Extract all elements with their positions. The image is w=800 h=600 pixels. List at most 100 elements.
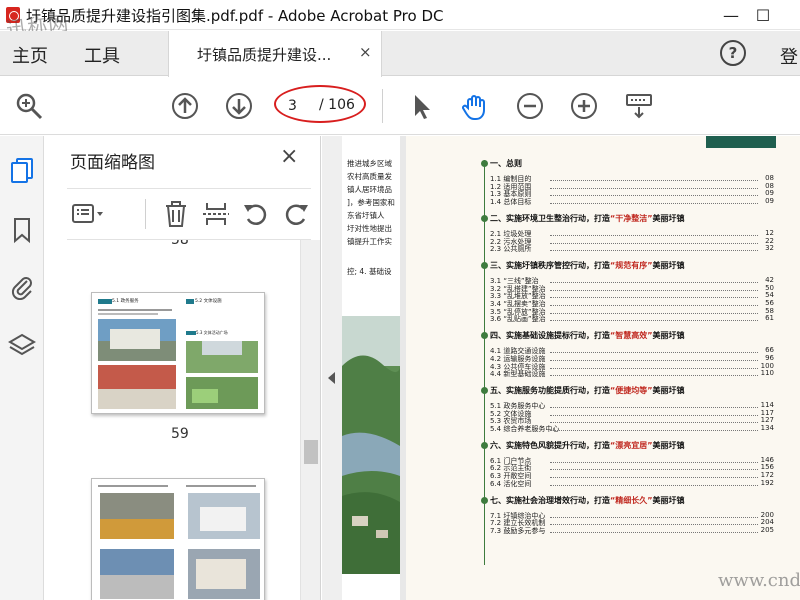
- thumbnail-options-icon[interactable]: [71, 199, 107, 229]
- toc-entry-page: 32: [765, 244, 774, 253]
- toc-entry-page: 110: [760, 369, 774, 378]
- thumbnail-scrollbar[interactable]: [300, 240, 320, 600]
- previous-page-line: 东省圩镇人: [347, 211, 385, 220]
- toolbar: / 106: [0, 77, 800, 135]
- maximize-button[interactable]: ☐: [740, 0, 786, 30]
- zoom-in-icon[interactable]: [569, 91, 599, 121]
- toc-leader-dots: [550, 375, 758, 377]
- toc-section-dot: [481, 441, 488, 449]
- toc-section-highlight: “智慧高效”: [610, 331, 653, 341]
- thumbnail-59-preview: [92, 293, 264, 413]
- zoom-out-icon[interactable]: [515, 91, 545, 121]
- next-page-icon[interactable]: [224, 91, 254, 121]
- toc-section-heading[interactable]: 一、总则: [490, 158, 522, 169]
- window-title: 圩镇品质提升建设指引图集.pdf.pdf - Adobe Acrobat Pro…: [26, 7, 444, 25]
- rotate-counterclockwise-icon[interactable]: [241, 199, 271, 229]
- keyboard-download-icon[interactable]: [624, 91, 654, 121]
- toc-section-dot: [481, 332, 488, 340]
- page-label-58: 58: [171, 240, 189, 248]
- toc-entry[interactable]: 5.4 综合养老服务中心 134: [490, 424, 796, 434]
- toc-section-highlight: “漂亮宜居”: [610, 440, 653, 450]
- toc-entry[interactable]: 1.4 总体目标 09: [490, 197, 796, 207]
- toc-section-highlight: “规范有序”: [610, 260, 653, 270]
- header-tag: [706, 136, 776, 148]
- toc-section-title: 六、实施特色风貌提升行动，打造: [490, 440, 610, 450]
- toc-entry[interactable]: 3.6 “乱贴画”整治 61: [490, 314, 796, 324]
- toc-section-suffix: 美丽圩镇: [652, 213, 685, 223]
- help-icon[interactable]: ?: [720, 40, 746, 66]
- toc-section-heading[interactable]: 五、实施服务功能提质行动，打造“便捷均等”美丽圩镇: [490, 385, 685, 396]
- toc-leader-dots: [550, 250, 758, 252]
- toc-section-title: 七、实施社会治理增效行动，打造: [490, 495, 610, 505]
- toc-entry[interactable]: 6.4 活化空间 192: [490, 479, 796, 489]
- previous-page-line: 圩对性地提出: [347, 224, 392, 233]
- rotate-clockwise-icon[interactable]: [281, 199, 311, 229]
- toc-entry-label: 2.3 公共厕所: [490, 245, 532, 254]
- toc-section-heading[interactable]: 三、实施圩镇秩序管控行动，打造“规范有序”美丽圩镇: [490, 260, 685, 271]
- toc-entry-label: 1.4 总体目标: [490, 198, 532, 207]
- page-thumbnail-60[interactable]: [91, 478, 265, 600]
- trash-icon[interactable]: [161, 199, 191, 229]
- toc-section-heading[interactable]: 四、实施基础设施提标行动，打造“智慧高效”美丽圩镇: [490, 330, 685, 341]
- toc-section-dot: [481, 386, 488, 394]
- toc-entry-label: 5.4 综合养老服务中心: [490, 425, 560, 433]
- toc-section-title: 一、总则: [490, 159, 522, 168]
- previous-page-line: 推进城乡区域: [347, 159, 392, 168]
- toc-section-dot: [481, 214, 488, 222]
- tab-home[interactable]: 主页: [12, 42, 48, 68]
- toc-entry-page: 61: [765, 314, 774, 323]
- tab-document[interactable]: 圩镇品质提升建设... ×: [168, 31, 382, 77]
- extract-pages-icon[interactable]: [201, 199, 231, 229]
- page-thumbnails-icon[interactable]: [8, 156, 36, 184]
- toc-entry-label: 4.4 新型基础设施: [490, 370, 546, 379]
- toc-section-suffix: 美丽圩镇: [652, 331, 685, 341]
- toc-section-dot: [481, 160, 488, 167]
- layers-icon[interactable]: [8, 332, 36, 360]
- toc-section-heading[interactable]: 六、实施特色风貌提升行动，打造“漂亮宜居”美丽圩镇: [490, 440, 685, 451]
- toc-leader-dots: [550, 484, 758, 486]
- scrollbar-thumb[interactable]: [304, 440, 318, 464]
- toc-section-title: 三、实施圩镇秩序管控行动，打造: [490, 260, 610, 270]
- toc-section-highlight: “干净整洁”: [610, 213, 653, 223]
- close-tab-icon[interactable]: ×: [359, 43, 372, 61]
- hand-tool-icon[interactable]: [460, 91, 490, 121]
- thumbnail-tools: [67, 188, 311, 240]
- toc-leader-dots: [550, 531, 758, 533]
- site-watermark-bottom: www.cndao.com: [718, 570, 800, 591]
- sign-in-link[interactable]: 登: [780, 43, 798, 69]
- page-thumbnail-59[interactable]: 5.1 政务服务 5.2 文体设施 5.3 文体活动广场: [91, 292, 265, 414]
- thumbnail-59-subheading: 5.3 文体活动广场: [196, 330, 228, 335]
- attachment-icon[interactable]: [8, 272, 36, 300]
- toc-entry-label: 7.3 鼓励多元参与: [490, 526, 546, 535]
- previous-page-line: 控; 4. 基础设: [347, 267, 392, 276]
- thumbnail-59-heading-left: 5.1 政务服务: [112, 299, 139, 304]
- bookmark-icon[interactable]: [8, 216, 36, 244]
- toc-entry[interactable]: 4.4 新型基础设施 110: [490, 369, 796, 379]
- toc-section-title: 五、实施服务功能提质行动，打造: [490, 385, 610, 395]
- tab-tools[interactable]: 工具: [84, 42, 120, 68]
- toc-section-heading[interactable]: 七、实施社会治理增效行动，打造“精细长久”美丽圩镇: [490, 495, 685, 506]
- document-view[interactable]: 推进城乡区域 农村高质量发 镇人居环境品 ]，参考国家和 东省圩镇人 圩对性地提…: [342, 136, 800, 600]
- toc-section-highlight: “便捷均等”: [610, 385, 653, 395]
- toc-section-heading[interactable]: 二、实施环境卫生整治行动，打造“干净整洁”美丽圩镇: [490, 213, 685, 224]
- toc-entry[interactable]: 2.3 公共厕所 32: [490, 244, 796, 254]
- previous-page-icon[interactable]: [170, 91, 200, 121]
- toc-section-highlight: “精细长久”: [610, 495, 653, 505]
- previous-page-line: 农村高质量发: [347, 172, 392, 181]
- close-panel-icon[interactable]: ×: [280, 144, 298, 169]
- document-tab-label: 圩镇品质提升建设...: [197, 46, 332, 64]
- panel-collapse-handle[interactable]: [322, 136, 342, 600]
- previous-page-fragment: 推进城乡区域 农村高质量发 镇人居环境品 ]，参考国家和 东省圩镇人 圩对性地提…: [342, 136, 400, 600]
- thumbnail-list: 58 5.1 政务服务 5.2 文体设施 5.3 文体活动广场 59: [45, 240, 300, 600]
- toc-entry[interactable]: 7.3 鼓励多元参与 205: [490, 526, 796, 536]
- table-of-contents-page: 一、总则 1.1 编制目的 08 1.2 适用范围 08 1.3 基本原则 09 1.4 总体…: [406, 136, 800, 600]
- toc-entry-label: 6.4 活化空间: [490, 479, 532, 488]
- zoom-search-icon[interactable]: [14, 91, 44, 121]
- panel-title: 页面缩略图: [70, 153, 155, 173]
- toc-leader-dots: [550, 320, 758, 322]
- previous-page-line: 镇提升工作实: [347, 237, 392, 246]
- previous-page-line: 镇人居环境品: [347, 185, 392, 194]
- select-arrow-icon[interactable]: [406, 91, 436, 121]
- toolbar-divider: [382, 89, 383, 123]
- toc-section-title: 四、实施基础设施提标行动，打造: [490, 331, 610, 341]
